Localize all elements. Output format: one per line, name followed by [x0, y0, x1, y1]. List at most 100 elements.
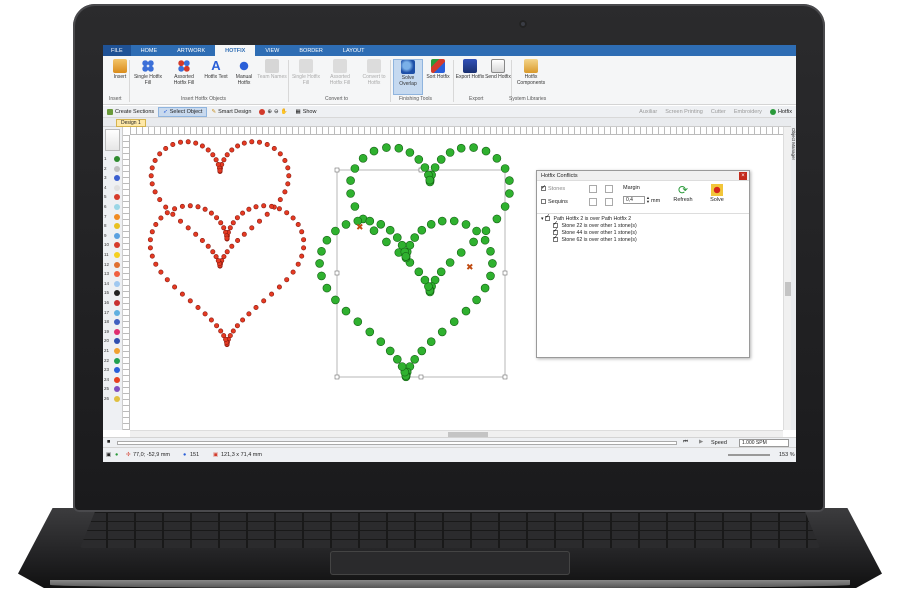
palette-color-item[interactable]: 6	[104, 203, 122, 211]
hotfix-text-button[interactable]: A Hotfix Text	[201, 59, 231, 95]
red-heart-lower[interactable]	[147, 203, 307, 348]
palette-color-item[interactable]: 1	[104, 155, 122, 163]
manual-hotfix-button[interactable]: Manual Hotfix	[229, 59, 259, 95]
margin-spinner-icon[interactable]: ▲ ▼	[646, 196, 650, 204]
palette-color-item[interactable]: 7	[104, 213, 122, 221]
solve-button[interactable]: Solve	[705, 183, 729, 203]
tree-root[interactable]: ▾ Path Hotfix 2 is over Path Hotfix 2	[541, 214, 745, 223]
hotfix-mode[interactable]: Hotfix	[766, 108, 796, 115]
palette-color-item[interactable]: 9	[104, 232, 122, 240]
hotfix-stone	[500, 164, 510, 173]
auxiliar-mode[interactable]: Auxiliar	[635, 109, 661, 115]
selection-handle[interactable]	[334, 374, 340, 380]
sequin-filter-icon[interactable]	[589, 198, 597, 206]
sequins-checkbox[interactable]	[541, 199, 546, 205]
tree-item[interactable]: Stone 44 is over other 1 stone(s)	[541, 228, 745, 237]
green-heart-lower[interactable]	[315, 216, 497, 382]
palette-color-item[interactable]: 12	[104, 261, 122, 269]
stop-icon[interactable]: ■	[107, 439, 110, 445]
palette-color-item[interactable]: 11	[104, 251, 122, 259]
palette-color-item[interactable]: 16	[104, 299, 122, 307]
hotfix-stone	[221, 333, 227, 339]
select-object-button[interactable]: ➶ Select Object	[158, 106, 208, 117]
create-sections-button[interactable]: Create Sections	[103, 108, 158, 115]
palette-color-item[interactable]: 5	[104, 193, 122, 201]
tree-item[interactable]: Stone 22 is over other 1 stone(s)	[541, 221, 745, 230]
sequins-option[interactable]: Sequins	[541, 199, 568, 205]
palette-color-item[interactable]: 15	[104, 289, 122, 297]
palette-color-item[interactable]: 2	[104, 165, 122, 173]
hotfix-stone	[164, 210, 170, 216]
zoom-slider[interactable]	[728, 454, 770, 456]
palette-color-item[interactable]: 8	[104, 222, 122, 230]
refresh-button[interactable]: ⟳ Refresh	[671, 183, 695, 203]
vertical-scrollbar[interactable]	[783, 127, 791, 430]
palette-color-item[interactable]: 18	[104, 318, 122, 326]
palette-color-item[interactable]: 4	[104, 184, 122, 192]
tab-border[interactable]: BORDER	[289, 45, 333, 56]
hotfix-components-button[interactable]: Hotfix Components	[513, 59, 549, 95]
palette-color-item[interactable]: 14	[104, 280, 122, 288]
playback-slider[interactable]	[117, 441, 677, 445]
stones-checkbox[interactable]	[541, 184, 546, 192]
tab-layout[interactable]: LAYOUT	[333, 45, 375, 56]
convert-assorted-hotfix-fill-button[interactable]: Assorted Hotfix Fill	[325, 59, 355, 95]
convert-single-hotfix-fill-button[interactable]: Single Hotfix Fill	[291, 59, 321, 95]
object-manager-tab[interactable]: Object Manager	[791, 118, 796, 430]
margin-input[interactable]: 0,4	[623, 196, 645, 204]
tab-hotfix[interactable]: HOTFIX	[215, 45, 256, 56]
selection-handle[interactable]	[502, 270, 508, 276]
tab-home[interactable]: HOME	[131, 45, 168, 56]
palette-tool-icons[interactable]	[105, 129, 120, 151]
selection-handle[interactable]	[418, 374, 424, 380]
palette-color-item[interactable]: 3	[104, 174, 122, 182]
collapse-icon[interactable]: ▾	[541, 216, 544, 222]
palette-color-item[interactable]: 24	[104, 376, 122, 384]
tab-artwork[interactable]: ARTWORK	[167, 45, 215, 56]
send-hotfix-button[interactable]: Send Hotfix	[483, 59, 513, 95]
show-button[interactable]: ▦ Show	[291, 109, 320, 115]
step-icon[interactable]: ⏮	[683, 439, 688, 446]
export-hotfix-button[interactable]: Export Hotfix	[455, 59, 485, 95]
selection-handle[interactable]	[502, 374, 508, 380]
palette-color-item[interactable]: 20	[104, 337, 122, 345]
stones-option[interactable]: Stones	[541, 184, 565, 192]
insert-button[interactable]: Insert	[105, 59, 135, 95]
single-hotfix-fill-button[interactable]: Single Hotfix Fill	[133, 59, 163, 95]
tree-item[interactable]: Stone 62 is over other 1 stone(s)	[541, 235, 745, 244]
selection-handle[interactable]	[334, 270, 340, 276]
palette-color-item[interactable]: 26	[104, 395, 122, 403]
document-tab[interactable]: Design 1	[116, 119, 146, 127]
palette-color-item[interactable]: 19	[104, 328, 122, 336]
convert-to-hotfix-button[interactable]: Convert to Hotfix	[359, 59, 389, 95]
close-icon[interactable]: ×	[739, 172, 747, 180]
embroidery-mode[interactable]: Embroidery	[730, 109, 766, 115]
tree-item-checkbox[interactable]	[553, 235, 558, 243]
palette-color-item[interactable]: 25	[104, 385, 122, 393]
palette-color-item[interactable]: 10	[104, 241, 122, 249]
tab-view[interactable]: VIEW	[255, 45, 289, 56]
sort-hotfix-button[interactable]: Sort Hotfix	[423, 59, 453, 95]
zoom-tools[interactable]: ⊕ ⊖ ✋	[255, 108, 291, 115]
sequin-settings-icon[interactable]	[605, 198, 613, 206]
tree-root-checkbox[interactable]	[545, 214, 550, 222]
screen-printing-mode[interactable]: Screen Printing	[661, 109, 707, 115]
assorted-hotfix-fill-button[interactable]: Assorted Hotfix Fill	[169, 59, 199, 95]
stone-settings-icon[interactable]	[605, 185, 613, 193]
tab-file[interactable]: FILE	[103, 45, 131, 56]
play-icon[interactable]: ▶	[699, 439, 703, 445]
stone-filter-icon[interactable]	[589, 185, 597, 193]
solve-overlap-button[interactable]: Solve Overlap	[393, 59, 423, 95]
horizontal-scrollbar[interactable]	[130, 430, 783, 437]
palette-color-item[interactable]: 17	[104, 309, 122, 317]
palette-color-item[interactable]: 13	[104, 270, 122, 278]
team-names-button[interactable]: Team Names	[257, 59, 287, 95]
red-heart-upper[interactable]	[148, 139, 292, 269]
palette-color-item[interactable]: 22	[104, 357, 122, 365]
cutter-mode[interactable]: Cutter	[707, 109, 730, 115]
selection-handle[interactable]	[334, 167, 340, 173]
speed-select[interactable]: 1.000 SPM	[739, 439, 789, 447]
palette-color-item[interactable]: 23	[104, 366, 122, 374]
palette-color-item[interactable]: 21	[104, 347, 122, 355]
smart-design-button[interactable]: ✎ Smart Design	[207, 109, 255, 115]
